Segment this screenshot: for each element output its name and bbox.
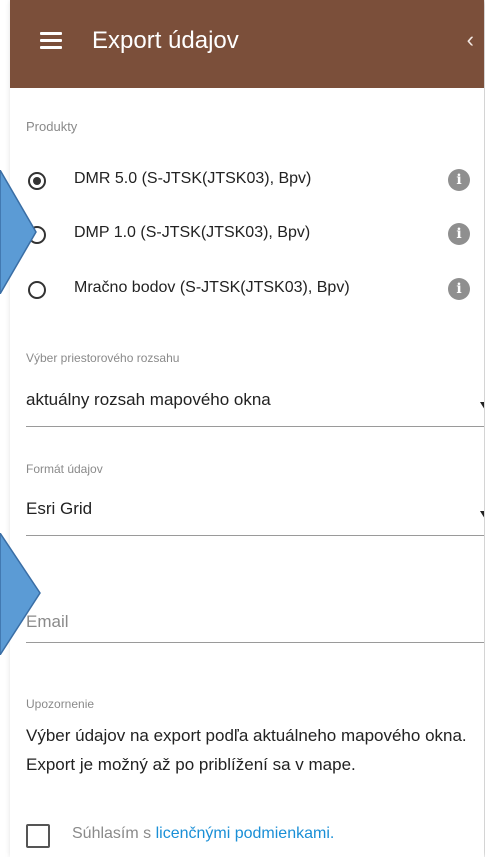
- notice-label: Upozornenie: [26, 697, 95, 711]
- info-icon[interactable]: i: [448, 169, 470, 191]
- hamburger-menu-icon[interactable]: [40, 32, 62, 50]
- format-label: Formát údajov: [26, 462, 103, 476]
- dropdown-arrow-icon: [480, 402, 484, 410]
- product-option-dmr[interactable]: DMR 5.0 (S-JTSK(JTSK03), Bpv) i: [26, 166, 484, 196]
- extent-value: aktuálny rozsah mapového okna: [26, 390, 271, 409]
- product-label-dmr: DMR 5.0 (S-JTSK(JTSK03), Bpv): [74, 170, 312, 187]
- panel-header: Export údajov ‹: [10, 0, 484, 88]
- products-label: Produkty: [26, 119, 78, 134]
- panel-title: Export údajov: [92, 27, 239, 54]
- product-option-dmp[interactable]: DMP 1.0 (S-JTSK(JTSK03), Bpv) i: [26, 220, 484, 250]
- product-label-dmp: DMP 1.0 (S-JTSK(JTSK03), Bpv): [74, 224, 311, 241]
- chevron-left-icon[interactable]: ‹: [467, 25, 474, 55]
- consent-text: Súhlasím s licenčnými podmienkami.: [72, 825, 334, 843]
- license-terms-link[interactable]: licenčnými podmienkami.: [156, 825, 335, 842]
- product-option-point-cloud[interactable]: Mračno bodov (S-JTSK(JTSK03), Bpv) i: [26, 275, 484, 305]
- consent-checkbox[interactable]: [26, 824, 50, 848]
- info-icon[interactable]: i: [448, 278, 470, 300]
- info-icon[interactable]: i: [448, 223, 470, 245]
- product-label-point-cloud: Mračno bodov (S-JTSK(JTSK03), Bpv): [74, 279, 350, 296]
- dropdown-arrow-icon: [480, 511, 484, 519]
- consent-prefix: Súhlasím s: [72, 825, 156, 842]
- extent-label: Výber priestorového rozsahu: [26, 351, 180, 365]
- format-select[interactable]: Esri Grid: [26, 491, 484, 536]
- format-value: Esri Grid: [26, 499, 93, 518]
- notice-text: Výber údajov na export podľa aktuálneho …: [26, 726, 467, 774]
- callout-arrow-icon: [0, 170, 37, 294]
- callout-arrow-icon: [0, 533, 41, 655]
- extent-select[interactable]: aktuálny rozsah mapového okna: [26, 382, 484, 427]
- export-panel: Export údajov ‹ Produkty DMR 5.0 (S-JTSK…: [10, 0, 484, 857]
- email-input[interactable]: [26, 602, 484, 643]
